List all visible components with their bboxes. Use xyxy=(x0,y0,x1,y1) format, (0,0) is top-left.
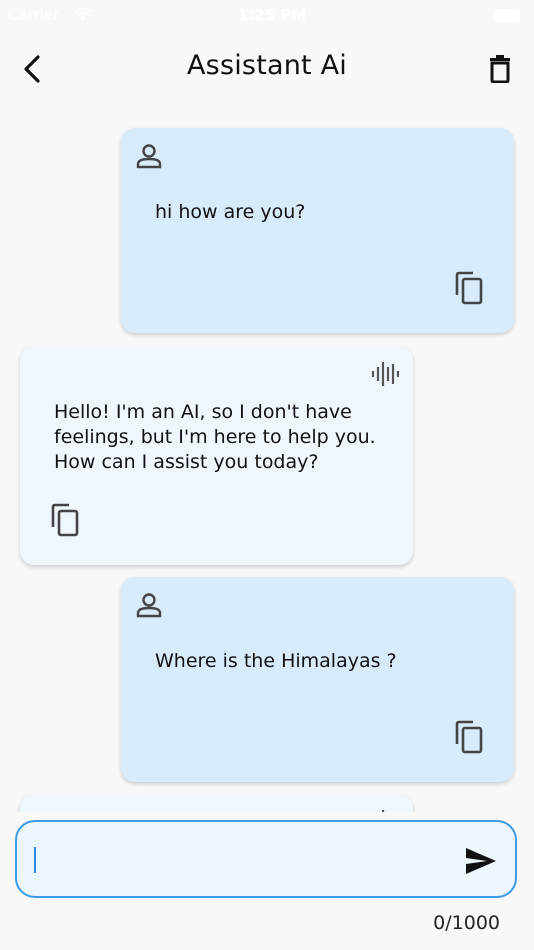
ai-message-bubble: Hello! I'm an AI, so I don't have feelin… xyxy=(20,346,413,565)
person-icon xyxy=(136,144,162,169)
copy-icon[interactable] xyxy=(454,720,484,754)
copy-icon[interactable] xyxy=(454,271,484,305)
character-counter: 0/1000 xyxy=(433,912,500,934)
status-bar: Carrier 1:25 PM xyxy=(0,0,534,32)
delete-chat-button[interactable] xyxy=(482,50,518,88)
status-carrier: Carrier xyxy=(8,6,60,24)
copy-icon[interactable] xyxy=(50,503,80,537)
status-time: 1:25 PM xyxy=(238,6,307,24)
user-message-bubble: hi how are you? xyxy=(121,128,514,333)
message-text: Hello! I'm an AI, so I don't have feelin… xyxy=(54,401,376,473)
message-text: Where is the Himalayas ? xyxy=(155,650,397,672)
trash-icon xyxy=(490,55,510,83)
message-text: hi how are you? xyxy=(155,201,306,223)
ai-message-bubble-partial xyxy=(20,794,413,812)
person-icon xyxy=(136,593,162,618)
battery-icon xyxy=(494,9,520,22)
send-button[interactable] xyxy=(463,844,499,878)
message-input-container[interactable] xyxy=(15,820,517,898)
page-title: Assistant Ai xyxy=(187,50,347,81)
waveform-icon[interactable] xyxy=(371,360,399,388)
send-icon xyxy=(466,848,496,874)
waveform-icon xyxy=(381,810,385,812)
user-message-bubble: Where is the Himalayas ? xyxy=(121,577,514,782)
chat-list[interactable]: hi how are you? Hello! I'm an AI, so I d… xyxy=(0,112,534,812)
message-input[interactable] xyxy=(33,840,457,880)
text-caret xyxy=(34,847,36,873)
header: Assistant Ai xyxy=(0,32,534,106)
wifi-icon xyxy=(74,7,92,20)
